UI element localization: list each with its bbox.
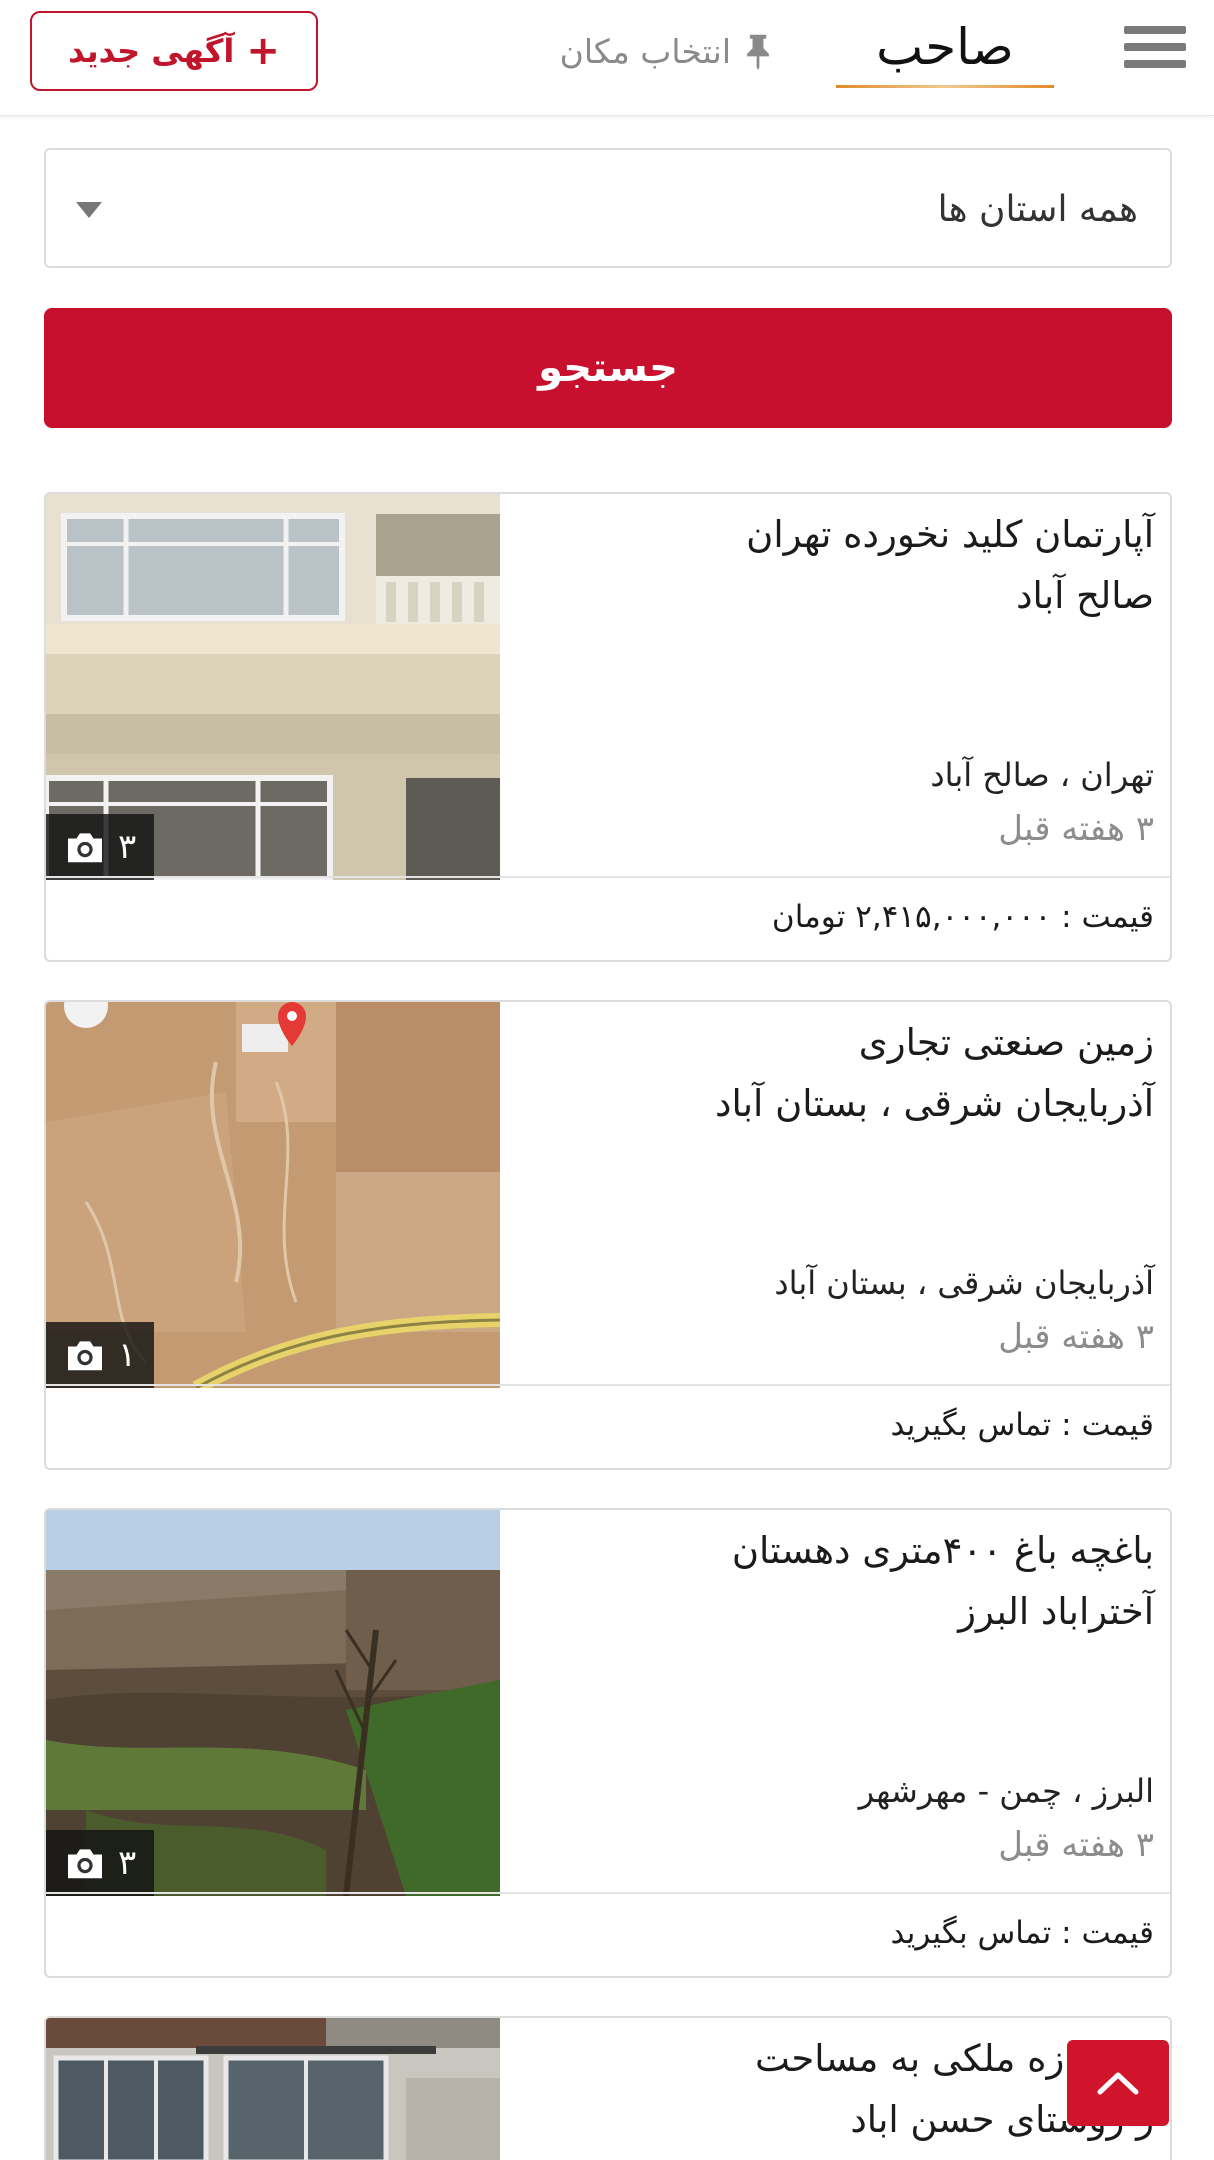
listing-card[interactable]: ۳ آپارتمان کلید نخورده تهران صالح آباد ت… <box>44 492 1172 962</box>
camera-icon <box>68 833 102 863</box>
listing-title[interactable]: زمین صنعتی تجاری آذربایجان شرقی ، بستان … <box>514 1012 1154 1134</box>
photo-count-badge: ۳ <box>46 814 155 880</box>
logo-text: صاحب <box>876 18 1014 76</box>
camera-icon <box>68 1341 102 1371</box>
listing-location: تهران ، صالح آباد <box>930 756 1154 794</box>
back-to-top-button[interactable] <box>1067 2040 1169 2126</box>
listing-photo[interactable] <box>46 2018 500 2160</box>
caret-down-icon <box>76 202 102 218</box>
search-button[interactable]: جستجو <box>44 308 1172 428</box>
listing-photo[interactable]: ۳ <box>46 494 500 880</box>
listing-time: ۳ هفته قبل <box>998 809 1154 849</box>
listing-price: قیمت : ۲,۴۱۵,۰۰۰,۰۰۰ تومان <box>46 876 1170 960</box>
listing-title-line: زمین صنعتی تجاری <box>858 1021 1154 1064</box>
listing-title[interactable]: آپارتمان کلید نخورده تهران صالح آباد <box>514 504 1154 626</box>
menu-icon[interactable] <box>1124 26 1186 76</box>
photo-count-badge: ۱ <box>46 1322 155 1388</box>
listing-card[interactable]: ی مغازه ملکی به مساحت ر روستای حسن اباد <box>44 2016 1172 2160</box>
chevron-up-icon <box>1097 2072 1139 2095</box>
photo-count: ۱ <box>118 1335 137 1375</box>
logo-underline <box>836 85 1054 88</box>
new-ad-label: آگهی جدید <box>68 32 235 70</box>
location-selector[interactable]: انتخاب مکان <box>515 26 775 76</box>
camera-icon <box>68 1849 102 1879</box>
top-header: صاحب انتخاب مکان + آگهی جدید <box>0 0 1214 116</box>
site-logo[interactable]: صاحب <box>830 10 1060 90</box>
listing-title[interactable]: باغچه باغ ۴۰۰متری دهستان آختراباد البرز <box>514 1520 1154 1642</box>
listing-price: قیمت : تماس بگیرید <box>46 1892 1170 1976</box>
listing-photo[interactable]: ۳ <box>46 1510 500 1896</box>
listing-title-line: ی مغازه ملکی به مساحت <box>755 2037 1154 2080</box>
province-select[interactable]: همه استان ها <box>44 148 1172 268</box>
listing-title-line: صالح آباد <box>1016 574 1154 617</box>
location-label: انتخاب مکان <box>559 31 731 71</box>
listing-title-line: آختراباد البرز <box>958 1590 1154 1633</box>
listing-price: قیمت : تماس بگیرید <box>46 1384 1170 1468</box>
shop-photo <box>46 2018 500 2160</box>
listing-title[interactable]: ی مغازه ملکی به مساحت ر روستای حسن اباد <box>514 2028 1154 2150</box>
listing-time: ۳ هفته قبل <box>998 1317 1154 1357</box>
listing-title-line: آپارتمان کلید نخورده تهران <box>746 513 1154 556</box>
listing-card[interactable]: ۱ زمین صنعتی تجاری آذربایجان شرقی ، بستا… <box>44 1000 1172 1470</box>
listing-title-line: ر روستای حسن اباد <box>850 2098 1154 2141</box>
listing-location: آذربایجان شرقی ، بستان آباد <box>774 1264 1154 1302</box>
pin-icon <box>747 34 769 70</box>
listing-card[interactable]: ۳ باغچه باغ ۴۰۰متری دهستان آختراباد البر… <box>44 1508 1172 1978</box>
photo-count: ۳ <box>118 827 137 867</box>
listing-title-line: آذربایجان شرقی ، بستان آباد <box>715 1082 1154 1125</box>
plus-icon: + <box>246 28 280 74</box>
province-select-value: همه استان ها <box>937 189 1138 230</box>
listing-time: ۳ هفته قبل <box>998 1825 1154 1865</box>
listing-title-line: باغچه باغ ۴۰۰متری دهستان <box>731 1529 1154 1572</box>
photo-count-badge: ۳ <box>46 1830 155 1896</box>
photo-count: ۳ <box>118 1843 137 1883</box>
listing-location: البرز ، چمن - مهرشهر <box>858 1772 1154 1810</box>
listing-photo[interactable]: ۱ <box>46 1002 500 1388</box>
new-ad-button[interactable]: + آگهی جدید <box>30 11 318 91</box>
